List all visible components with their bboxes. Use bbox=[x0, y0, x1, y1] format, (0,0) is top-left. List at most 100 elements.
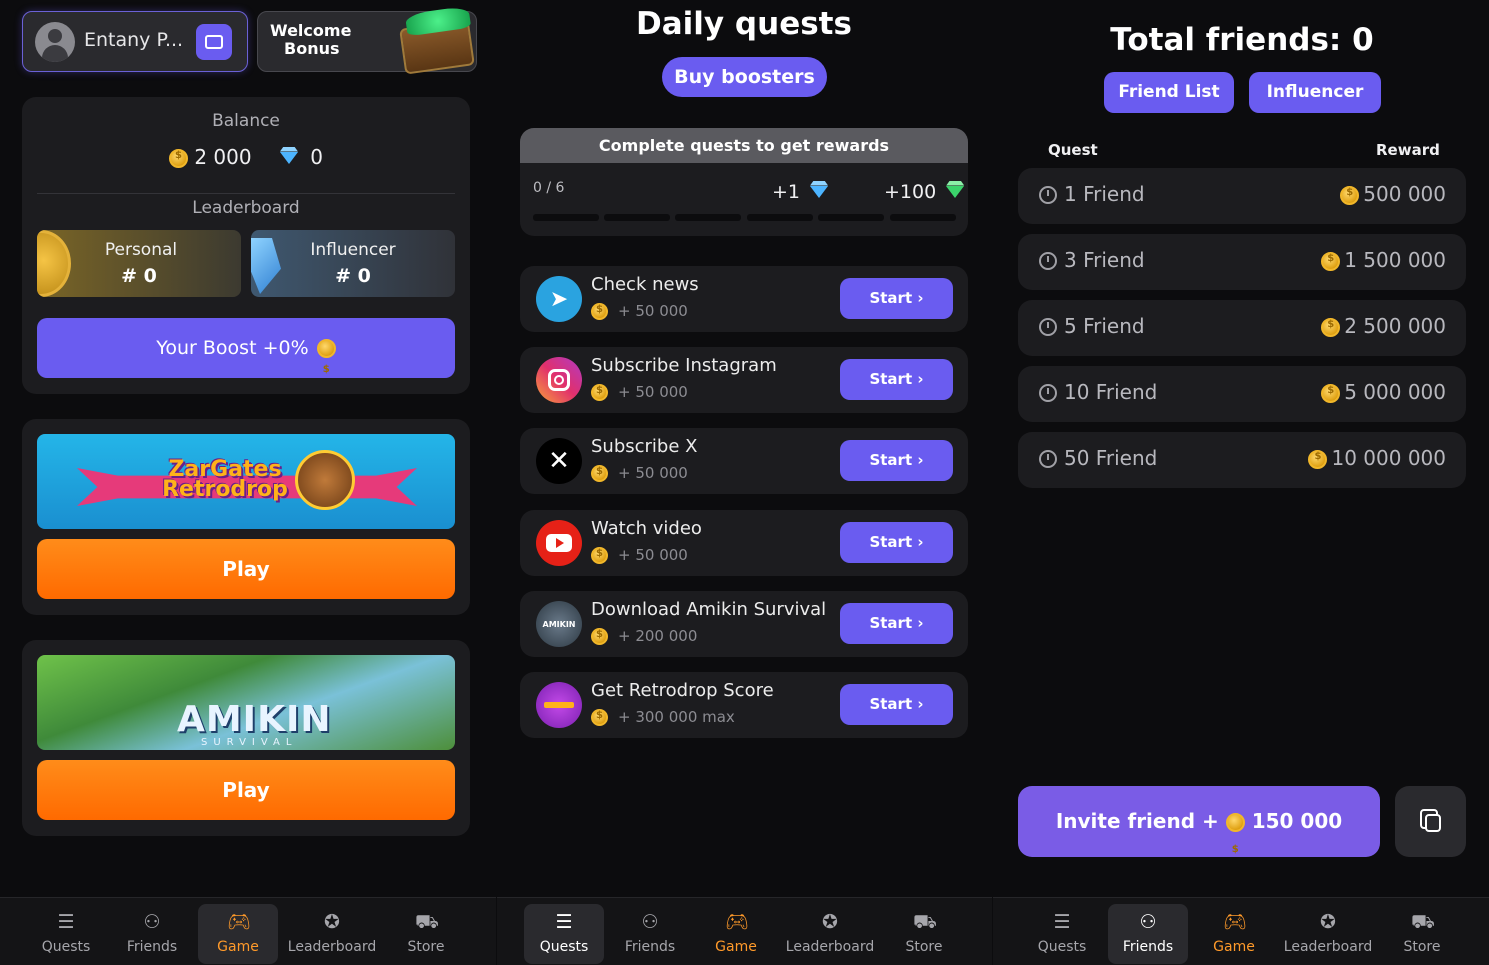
quest-item-subscribe-x: ✕ Subscribe X + 50 000 Start › bbox=[520, 428, 968, 494]
friend-quest-reward: 500 000 bbox=[1363, 182, 1446, 206]
friend-quest-label: 3 Friend bbox=[1064, 248, 1145, 272]
buy-boosters-button[interactable]: Buy boosters bbox=[662, 57, 827, 97]
quest-reward: + 200 000 bbox=[618, 627, 698, 645]
retrodrop-banner[interactable]: ZarGates Retrodrop bbox=[37, 434, 455, 529]
profile-name: Entany P... bbox=[84, 29, 184, 51]
nav-leaderboard[interactable]: ✪ Leaderboard bbox=[284, 904, 380, 964]
coin-icon bbox=[591, 547, 608, 564]
nav-leaderboard[interactable]: ✪ Leaderboard bbox=[782, 904, 878, 964]
nav-quests[interactable]: ☰ Quests bbox=[524, 904, 604, 964]
friend-quest-row: 3 Friend 1 500 000 bbox=[1018, 234, 1466, 290]
list-check-icon: ☰ bbox=[555, 911, 573, 933]
nav-quests[interactable]: ☰ Quests bbox=[26, 904, 106, 964]
quest-start-button[interactable]: Start › bbox=[840, 603, 953, 644]
nav-game[interactable]: 🎮︎ Game bbox=[1194, 904, 1274, 964]
award-icon: ✪ bbox=[822, 911, 838, 933]
personal-rank-card[interactable]: Personal # 0 bbox=[37, 230, 241, 297]
profile-chip[interactable]: Entany P... bbox=[22, 11, 248, 72]
balance-card: Balance 2 000 0 Leaderboard Personal # 0… bbox=[22, 97, 470, 400]
progress-segment bbox=[747, 214, 813, 221]
start-label: Start bbox=[869, 370, 913, 388]
friend-quest-label: 10 Friend bbox=[1064, 380, 1158, 404]
chevron-right-icon: › bbox=[917, 451, 924, 469]
friend-quest-reward: 5 000 000 bbox=[1344, 380, 1446, 404]
nav-label: Quests bbox=[539, 939, 589, 955]
nav-label: Game bbox=[1213, 939, 1255, 955]
influencer-rank-card[interactable]: Influencer # 0 bbox=[251, 230, 455, 297]
instagram-icon bbox=[536, 357, 582, 403]
users-icon: ⚇ bbox=[1139, 911, 1157, 933]
play-button-amikin[interactable]: Play bbox=[37, 760, 455, 820]
quest-item-amikin: AMIKIN Download Amikin Survival + 200 00… bbox=[520, 591, 968, 657]
coin-icon bbox=[1308, 450, 1328, 469]
nav-label: Leaderboard bbox=[1283, 939, 1373, 955]
quest-title: Check news bbox=[591, 274, 699, 295]
list-check-icon: ☰ bbox=[1053, 911, 1071, 933]
start-label: Start bbox=[869, 695, 913, 713]
nav-friends[interactable]: ⚇ Friends bbox=[112, 904, 192, 964]
quest-reward: + 50 000 bbox=[618, 383, 688, 401]
clock-icon bbox=[1039, 318, 1057, 336]
wallet-icon[interactable] bbox=[196, 24, 232, 60]
friend-quest-label: 5 Friend bbox=[1064, 314, 1145, 338]
nav-quests[interactable]: ☰ Quests bbox=[1022, 904, 1102, 964]
coin-icon bbox=[591, 303, 608, 320]
copy-link-button[interactable] bbox=[1395, 786, 1466, 857]
quest-title: Subscribe Instagram bbox=[591, 355, 777, 376]
nav-friends[interactable]: ⚇ Friends bbox=[1108, 904, 1188, 964]
coin-icon bbox=[1321, 384, 1341, 403]
telegram-icon: ➤ bbox=[536, 276, 582, 322]
quest-reward: + 50 000 bbox=[618, 302, 688, 320]
invite-label: Invite friend + bbox=[1055, 809, 1219, 833]
nav-leaderboard[interactable]: ✪ Leaderboard bbox=[1280, 904, 1376, 964]
friend-quest-label: 50 Friend bbox=[1064, 446, 1158, 470]
nav-label: Game bbox=[217, 939, 259, 955]
amikin-banner[interactable]: AMIKIN SURVIVAL bbox=[37, 655, 455, 750]
influencer-button[interactable]: Influencer bbox=[1249, 72, 1381, 113]
coin-icon bbox=[591, 628, 608, 645]
nav-store[interactable]: ⛟ Store bbox=[884, 904, 964, 964]
friend-quest-row: 10 Friend 5 000 000 bbox=[1018, 366, 1466, 422]
quest-reward: + 50 000 bbox=[618, 464, 688, 482]
chevron-right-icon: › bbox=[917, 533, 924, 551]
retrodrop-logo-text: ZarGates Retrodrop bbox=[162, 457, 288, 502]
quest-start-button[interactable]: Start › bbox=[840, 684, 953, 725]
balance-title: Balance bbox=[212, 111, 280, 131]
reward-gem-value: +1 bbox=[772, 181, 801, 203]
quest-start-button[interactable]: Start › bbox=[840, 359, 953, 400]
reward-green-value: +100 bbox=[884, 181, 937, 203]
quest-reward: + 300 000 max bbox=[618, 708, 735, 726]
invite-friend-button[interactable]: Invite friend + 150 000 bbox=[1018, 786, 1380, 885]
quest-progress-card: Complete quests to get rewards 0 / 6 +1 … bbox=[520, 128, 968, 236]
play-button-retrodrop[interactable]: Play bbox=[37, 539, 455, 599]
nav-game[interactable]: 🎮︎ Game bbox=[198, 904, 278, 964]
green-gem-icon bbox=[946, 185, 965, 198]
nav-store[interactable]: ⛟ Store bbox=[386, 904, 466, 964]
gamepad-icon: 🎮︎ bbox=[227, 911, 252, 933]
nav-label: Friends bbox=[624, 939, 676, 955]
boost-button[interactable]: Your Boost +0% bbox=[37, 318, 455, 400]
friend-quest-reward: 2 500 000 bbox=[1344, 314, 1446, 338]
x-icon: ✕ bbox=[536, 438, 582, 484]
welcome-bonus-line1: Welcome bbox=[270, 21, 352, 40]
coin-icon bbox=[316, 339, 336, 400]
nav-friends[interactable]: ⚇ Friends bbox=[610, 904, 690, 964]
quest-start-button[interactable]: Start › bbox=[840, 278, 953, 319]
hammer-icon bbox=[295, 450, 355, 510]
quest-start-button[interactable]: Start › bbox=[840, 440, 953, 481]
nav-store[interactable]: ⛟ Store bbox=[1382, 904, 1462, 964]
nav-game[interactable]: 🎮︎ Game bbox=[696, 904, 776, 964]
invite-amount: 150 000 bbox=[1251, 809, 1343, 833]
nav-label: Friends bbox=[1122, 939, 1174, 955]
list-check-icon: ☰ bbox=[57, 911, 75, 933]
personal-rank: # 0 bbox=[121, 265, 157, 287]
gem-icon bbox=[279, 151, 298, 164]
friend-list-button[interactable]: Friend List bbox=[1104, 72, 1234, 113]
quest-start-button[interactable]: Start › bbox=[840, 522, 953, 563]
users-icon: ⚇ bbox=[641, 911, 659, 933]
total-friends-title: Total friends: 0 bbox=[1110, 22, 1374, 58]
balance-coins: 2 000 bbox=[194, 145, 252, 169]
welcome-bonus-button[interactable]: Welcome Bonus bbox=[257, 5, 477, 75]
award-icon: ✪ bbox=[1320, 911, 1336, 933]
nav-label: Leaderboard bbox=[785, 939, 875, 955]
